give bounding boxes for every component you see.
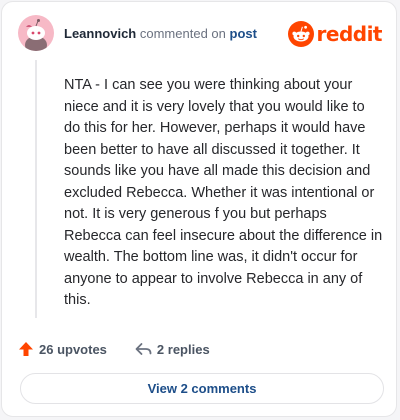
upvote-count: 26 upvotes bbox=[39, 341, 107, 357]
replies-button[interactable]: 2 replies bbox=[135, 341, 210, 357]
snoo-avatar-icon[interactable] bbox=[18, 15, 54, 51]
reddit-brand[interactable]: reddit bbox=[287, 20, 383, 48]
comment-meta: Leannovich commented on post bbox=[64, 26, 257, 41]
author-name[interactable]: Leannovich bbox=[64, 26, 136, 41]
reddit-logo-icon bbox=[287, 21, 314, 47]
comment-card: Leannovich commented on post reddit NTA … bbox=[1, 1, 397, 417]
comment-header: Leannovich commented on post reddit bbox=[2, 2, 396, 66]
reply-count: 2 replies bbox=[156, 341, 210, 357]
upvote-arrow-icon bbox=[19, 342, 33, 356]
upvote-button[interactable]: 26 upvotes bbox=[18, 341, 107, 357]
meta-action-text: commented on bbox=[139, 26, 226, 41]
view-comments-button[interactable]: View 2 comments bbox=[20, 373, 384, 404]
thread-line bbox=[35, 60, 37, 318]
comment-actions: 26 upvotes 2 replies bbox=[18, 338, 238, 360]
post-link[interactable]: post bbox=[230, 26, 257, 41]
comment-body: NTA - I can see you were thinking about … bbox=[64, 77, 383, 308]
reply-arrow-icon bbox=[135, 343, 152, 355]
brand-wordmark: reddit bbox=[316, 22, 383, 46]
